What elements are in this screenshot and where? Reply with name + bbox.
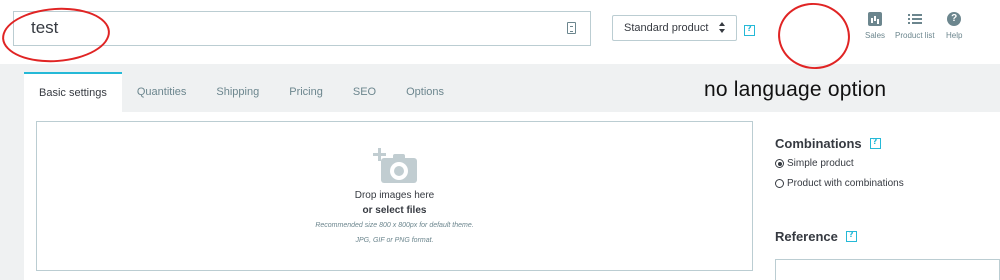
radio-simple-product[interactable]: Simple product — [775, 158, 854, 169]
image-dropzone[interactable]: Drop images here or select files Recomme… — [36, 121, 753, 271]
product-list-label: Product list — [895, 31, 935, 40]
combinations-title: Combinations — [775, 136, 862, 151]
tab-options[interactable]: Options — [391, 72, 459, 112]
dropzone-format-hint: JPG, GIF or PNG format. — [355, 237, 434, 244]
select-arrows-icon[interactable] — [719, 21, 726, 35]
tab-seo[interactable]: SEO — [338, 72, 391, 112]
help-circle-icon: ? — [947, 12, 962, 26]
radio-product-with-combinations-control[interactable] — [775, 179, 784, 188]
product-type-help-icon[interactable] — [744, 24, 755, 36]
tab-pricing[interactable]: Pricing — [274, 72, 338, 112]
tab-shipping[interactable]: Shipping — [201, 72, 274, 112]
product-list-button[interactable]: Product list — [895, 12, 935, 40]
reference-input[interactable] — [775, 259, 1000, 280]
select-files-link[interactable]: or select files — [37, 205, 752, 216]
reference-help-icon[interactable] — [845, 230, 857, 242]
header-toolbar: Sales Product list ? Help — [862, 12, 992, 46]
bar-chart-icon — [868, 12, 882, 26]
help-button[interactable]: ? Help — [946, 12, 962, 40]
product-header: test Standard product Sales Product list… — [0, 0, 1000, 64]
dropzone-drop-text: Drop images here — [354, 190, 435, 201]
reference-title: Reference — [775, 229, 838, 244]
radio-product-with-combinations[interactable]: Product with combinations — [775, 178, 904, 189]
tab-basic-settings[interactable]: Basic settings — [24, 72, 122, 112]
product-type-value[interactable]: Standard product — [624, 22, 708, 34]
dropzone-size-hint: Recommended size 800 x 800px for default… — [315, 222, 474, 229]
help-label: Help — [946, 31, 963, 40]
list-icon — [907, 12, 922, 26]
product-tabs: Basic settings Quantities Shipping Prici… — [24, 72, 459, 112]
reference-heading: Reference — [775, 229, 857, 244]
sales-label: Sales — [865, 31, 886, 40]
radio-simple-product-control[interactable] — [775, 159, 784, 168]
translate-icon[interactable] — [567, 22, 576, 34]
sales-button[interactable]: Sales — [865, 12, 885, 40]
product-type-select[interactable]: Standard product — [612, 15, 737, 41]
radio-simple-product-label: Simple product — [787, 158, 854, 169]
annotation-text: no language option — [704, 78, 887, 101]
combinations-help-icon[interactable] — [869, 137, 881, 149]
tab-quantities[interactable]: Quantities — [122, 72, 202, 112]
combinations-heading: Combinations — [775, 136, 881, 151]
radio-product-with-combinations-label: Product with combinations — [787, 178, 904, 189]
add-photo-icon — [373, 148, 417, 184]
